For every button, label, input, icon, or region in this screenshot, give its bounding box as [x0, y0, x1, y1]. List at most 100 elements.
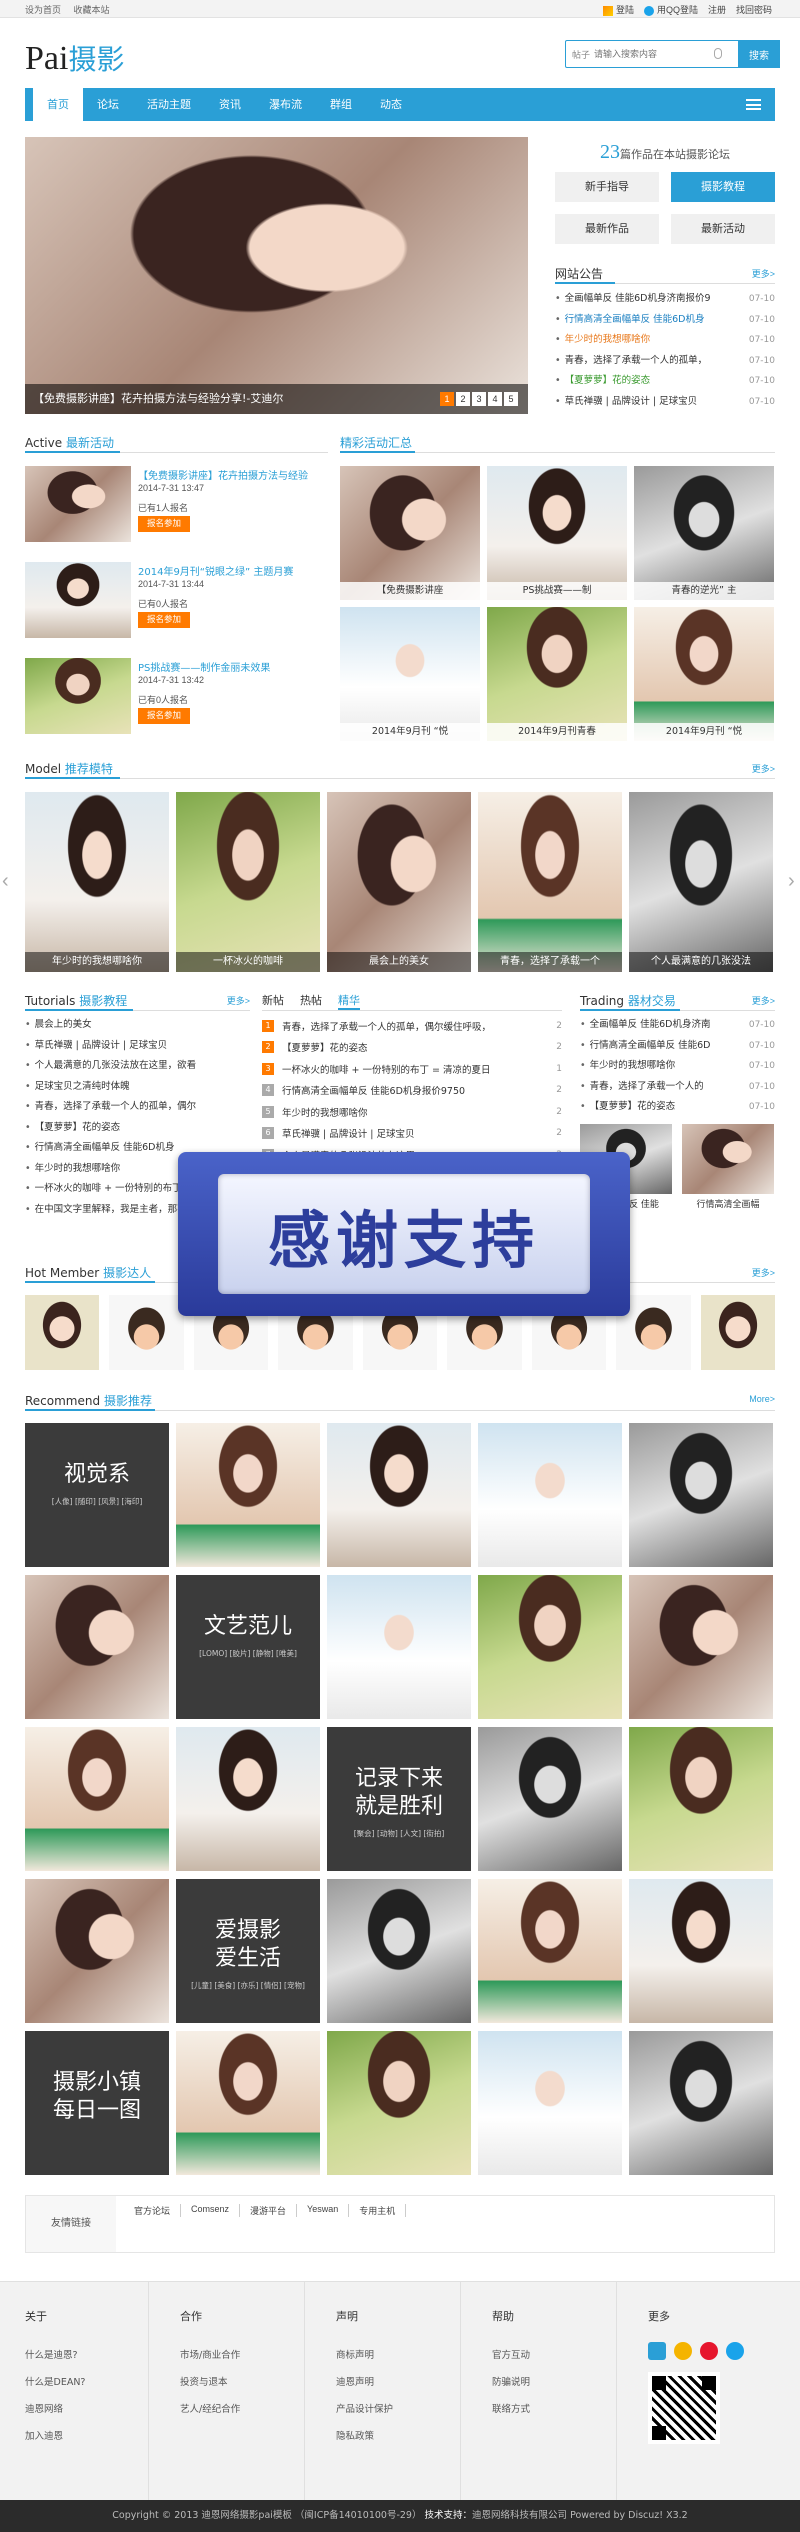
footer-link[interactable]: 投资与退本	[180, 2369, 240, 2396]
highlight-caption[interactable]: PS挑战赛——制	[487, 582, 627, 600]
tutorial-item-text[interactable]: 在中国文字里解释，我是主者，那花	[25, 1200, 187, 1221]
notice-item[interactable]: 青春，选择了承载一个人的孤单， 07-10	[555, 351, 775, 372]
highlight-caption[interactable]: 【免费摄影讲座	[340, 582, 480, 600]
beginner-guide-button[interactable]: 新手指导	[555, 172, 659, 202]
recommend-category-tile[interactable]: 记录下来 就是胜利 [聚会] [动物] [人文] [街拍]	[327, 1727, 471, 1871]
post-title[interactable]: 草氏禅骥 | 品牌设计 | 足球宝贝	[282, 1126, 546, 1140]
nav-item-groups[interactable]: 群组	[316, 88, 366, 121]
notice-item[interactable]: 行情高清全画幅单反 佳能6D机身 07-10	[555, 310, 775, 331]
highlight-caption[interactable]: 2014年9月刊 “悦	[340, 723, 480, 741]
notice-item[interactable]: 草氏禅骥 | 品牌设计 | 足球宝贝 07-10	[555, 392, 775, 413]
post-item[interactable]: 5 年少时的我想哪啥你 2	[262, 1101, 562, 1123]
member-avatar[interactable]	[109, 1295, 184, 1370]
friend-link[interactable]: 专用主机	[349, 2204, 407, 2217]
nav-item-forum[interactable]: 论坛	[83, 88, 133, 121]
footer-link[interactable]: 产品设计保护	[336, 2396, 393, 2423]
hero-page-4[interactable]: 4	[488, 392, 502, 406]
recommend-photo[interactable]	[629, 1879, 773, 2023]
recommend-photo[interactable]	[327, 1423, 471, 1567]
member-avatar[interactable]	[25, 1295, 100, 1370]
footer-link[interactable]: 加入迪恩	[25, 2423, 85, 2450]
footer-link[interactable]: 商标声明	[336, 2342, 393, 2369]
hero-page-1[interactable]: 1	[440, 392, 454, 406]
trading-more-link[interactable]: 更多>	[752, 994, 775, 1007]
trading-item[interactable]: 行情高清全画幅单反 佳能6D 07-10	[580, 1036, 775, 1057]
star-icon[interactable]	[674, 2342, 692, 2360]
trading-item-text[interactable]: 行情高清全画幅单反 佳能6D	[580, 1036, 711, 1057]
footer-link[interactable]: 联络方式	[492, 2396, 530, 2423]
highlight-caption[interactable]: 2014年9月刊青春	[487, 723, 627, 741]
notice-item-text[interactable]: 草氏禅骥 | 品牌设计 | 足球宝贝	[555, 392, 697, 413]
notice-more-link[interactable]: 更多>	[752, 267, 775, 280]
powered-by[interactable]: Powered by Discuz! X3.2	[570, 2510, 688, 2521]
highlight-item[interactable]: 【免费摄影讲座	[340, 466, 480, 600]
tutorial-item-text[interactable]: 一杯冰火的咖啡 + 一份特别的布丁	[25, 1179, 182, 1200]
hero-slideshow[interactable]: 【免费摄影讲座】花卉拍摄方法与经验分享!-艾迪尔 1 2 3 4 5	[25, 137, 528, 414]
category-title[interactable]: 视觉系	[25, 1461, 169, 1489]
recommend-photo[interactable]	[25, 1575, 169, 1719]
tutorial-item-text[interactable]: 行情高清全画幅单反 佳能6D机身	[25, 1138, 175, 1159]
friend-link[interactable]: 官方论坛	[124, 2204, 182, 2217]
tutorial-item[interactable]: 个人最满意的几张没法放在这里，欲看	[25, 1056, 250, 1077]
tutorial-item[interactable]: 晨会上的美女	[25, 1015, 250, 1036]
tutorial-item[interactable]: 【夏萝萝】花的姿态	[25, 1118, 250, 1139]
tutorial-item-text[interactable]: 晨会上的美女	[25, 1015, 92, 1036]
highlight-item[interactable]: 2014年9月刊 “悦	[634, 607, 774, 741]
trading-item-text[interactable]: 年少时的我想哪啥你	[580, 1056, 676, 1077]
event-title[interactable]: 【免费摄影讲座】花卉拍摄方法与经验	[138, 467, 328, 482]
notice-item-text[interactable]: 行情高清全画幅单反 佳能6D机身	[555, 310, 705, 331]
highlight-item[interactable]: PS挑战赛——制	[487, 466, 627, 600]
notice-item[interactable]: 【夏萝萝】花的姿态 07-10	[555, 371, 775, 392]
tutorial-item-text[interactable]: 【夏萝萝】花的姿态	[25, 1118, 121, 1139]
login-link[interactable]: 登陆	[602, 3, 634, 16]
trading-item-text[interactable]: 【夏萝萝】花的姿态	[580, 1097, 676, 1118]
hero-page-2[interactable]: 2	[456, 392, 470, 406]
recommend-photo[interactable]	[176, 2031, 320, 2175]
post-title[interactable]: 【夏萝萝】花的姿态	[282, 1040, 546, 1054]
tutorials-more-link[interactable]: 更多>	[227, 994, 250, 1007]
trading-caption-2[interactable]: 行情高清全画幅	[682, 1197, 774, 1210]
tutorial-item-text[interactable]: 个人最满意的几张没法放在这里，欲看	[25, 1056, 197, 1077]
recommend-category-tile[interactable]: 文艺范儿 [LOMO] [胶片] [静物] [唯美]	[176, 1575, 320, 1719]
footer-link[interactable]: 市场/商业合作	[180, 2342, 240, 2369]
recommend-more-link[interactable]: More>	[749, 1394, 775, 1404]
highlight-caption[interactable]: 青春的逆光” 主	[634, 582, 774, 600]
friend-link[interactable]: 漫游平台	[240, 2204, 298, 2217]
hero-page-5[interactable]: 5	[504, 392, 518, 406]
recommend-photo[interactable]	[629, 1423, 773, 1567]
recommend-photo[interactable]	[478, 1575, 622, 1719]
post-item[interactable]: 1 青春，选择了承载一个人的孤单，偶尔缓住呼吸， 2	[262, 1015, 562, 1037]
tutorial-item[interactable]: 青春，选择了承载一个人的孤单，偶尔	[25, 1097, 250, 1118]
notice-item[interactable]: 全画幅单反 佳能6D机身济南报价9 07-10	[555, 289, 775, 310]
tab-new-posts[interactable]: 新帖	[262, 989, 284, 1010]
post-item[interactable]: 2 【夏萝萝】花的姿态 2	[262, 1037, 562, 1059]
bookmark-link[interactable]: 收藏本站	[74, 5, 110, 15]
category-title[interactable]: 爱摄影 爱生活	[176, 1917, 320, 1973]
event-image[interactable]	[25, 562, 131, 638]
footer-link[interactable]: 防骗说明	[492, 2369, 530, 2396]
category-tags[interactable]: [人像] [随印] [风景] [海印]	[25, 1495, 169, 1508]
category-title[interactable]: 文艺范儿	[176, 1613, 320, 1641]
recommend-category-tile[interactable]: 摄影小镇 每日一图	[25, 2031, 169, 2175]
footer-link[interactable]: 什么是迪恩?	[25, 2342, 85, 2369]
notice-item-text[interactable]: 年少时的我想哪啥你	[555, 330, 651, 351]
highlight-item[interactable]: 青春的逆光” 主	[634, 466, 774, 600]
join-button[interactable]: 报名参加	[138, 516, 190, 532]
weibo-icon[interactable]	[700, 2342, 718, 2360]
recommend-photo[interactable]	[629, 2031, 773, 2175]
tech-support-link[interactable]: 迪恩网络科技有限公司	[472, 2510, 567, 2521]
model-item[interactable]: 个人最满意的几张没法	[629, 792, 773, 972]
carousel-prev-icon[interactable]: ‹	[2, 870, 12, 892]
tutorial-item-text[interactable]: 年少时的我想哪啥你	[25, 1159, 121, 1180]
post-title[interactable]: 青春，选择了承载一个人的孤单，偶尔缓住呼吸，	[282, 1019, 546, 1033]
nav-item-events[interactable]: 活动主题	[133, 88, 205, 121]
trading-item[interactable]: 年少时的我想哪啥你 07-10	[580, 1056, 775, 1077]
plus-icon[interactable]	[648, 2342, 666, 2360]
trading-item[interactable]: 全画幅单反 佳能6D机身济南 07-10	[580, 1015, 775, 1036]
event-title[interactable]: 2014年9月刊“锐眼之绿” 主题月赛	[138, 563, 328, 578]
nav-item-waterfall[interactable]: 瀑布流	[255, 88, 316, 121]
footer-link[interactable]: 官方互动	[492, 2342, 530, 2369]
nav-item-news[interactable]: 资讯	[205, 88, 255, 121]
join-button[interactable]: 报名参加	[138, 708, 190, 724]
trading-image-2[interactable]	[682, 1123, 774, 1194]
